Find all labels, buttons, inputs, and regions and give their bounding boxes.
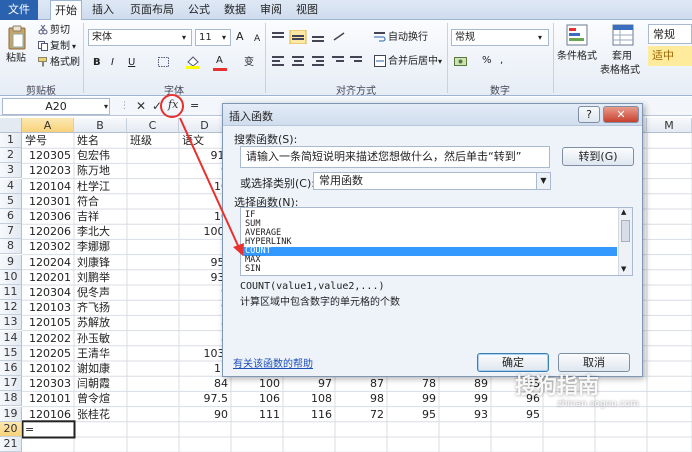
watermark-logo: 搜狗指南 (515, 374, 599, 398)
excel-window: 文件 开始 插入 页面布局 公式 数据 审阅 视图 粘贴 剪切 复制 ▾ 格式刷… (0, 0, 692, 452)
fx-highlight-circle (160, 94, 184, 118)
pointer-arrow-line (179, 117, 241, 251)
watermark-url: zhinan.sogou.com (557, 399, 639, 409)
